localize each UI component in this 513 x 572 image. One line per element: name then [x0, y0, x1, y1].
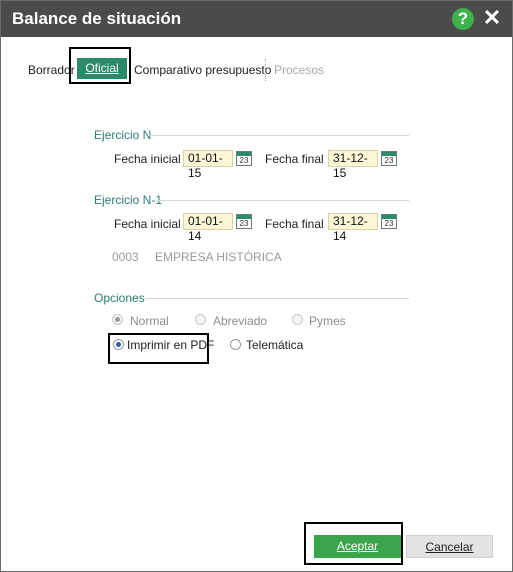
tab-separator [265, 59, 266, 81]
fecha-inicial-n1-input[interactable]: 01-01-14 [183, 213, 233, 243]
radio-abreviado-label: Abreviado [213, 314, 268, 328]
cancelar-button[interactable]: Cancelar [406, 535, 493, 558]
tab-oficial[interactable]: Oficial [77, 58, 127, 79]
dialog-title: Balance de situación [12, 9, 182, 28]
calendar-icon[interactable]: 23 [236, 151, 252, 166]
radio-pymes[interactable] [292, 314, 303, 325]
radio-pymes-label: Pymes [309, 314, 346, 328]
aceptar-button[interactable]: Aceptar [314, 535, 401, 558]
company-name: EMPRESA HISTÓRICA [155, 250, 282, 264]
fecha-final-label: Fecha final [265, 152, 324, 166]
section-divider [145, 298, 409, 299]
dialog-window: Balance de situación ? ✕ Borrador Oficia… [0, 0, 513, 572]
tab-procesos: Procesos [274, 63, 325, 77]
section-title-ejercicio-n: Ejercicio N [94, 128, 152, 142]
radio-telematica[interactable] [230, 339, 241, 350]
section-title-ejercicio-n1: Ejercicio N-1 [94, 193, 163, 207]
section-title-opciones: Opciones [94, 291, 145, 305]
radio-abreviado[interactable] [195, 314, 206, 325]
calendar-icon[interactable]: 23 [381, 151, 397, 166]
radio-imprimir-pdf[interactable] [113, 339, 124, 350]
section-divider [156, 200, 409, 201]
radio-imprimir-pdf-label: Imprimir en PDF [127, 338, 215, 352]
fecha-final-n-input[interactable]: 31-12-15 [328, 150, 378, 180]
calendar-icon[interactable]: 23 [381, 214, 397, 229]
radio-telematica-label: Telemática [246, 338, 304, 352]
close-icon[interactable]: ✕ [482, 6, 502, 30]
tab-borrador[interactable]: Borrador [28, 61, 75, 79]
fecha-inicial-label: Fecha inicial [114, 217, 181, 231]
fecha-final-label: Fecha final [265, 217, 324, 231]
calendar-icon[interactable]: 23 [236, 214, 252, 229]
radio-normal-label: Normal [130, 314, 169, 328]
company-code: 0003 [112, 250, 139, 264]
fecha-inicial-n-input[interactable]: 01-01-15 [183, 150, 233, 180]
title-bar: Balance de situación ? ✕ [1, 1, 512, 37]
fecha-inicial-label: Fecha inicial [114, 152, 181, 166]
question-icon[interactable]: ? [452, 8, 474, 30]
radio-normal[interactable] [112, 314, 123, 325]
section-divider [149, 135, 409, 136]
tab-comparativo-presupuesto[interactable]: Comparativo presupuesto [134, 61, 271, 79]
fecha-final-n1-input[interactable]: 31-12-14 [328, 213, 378, 243]
